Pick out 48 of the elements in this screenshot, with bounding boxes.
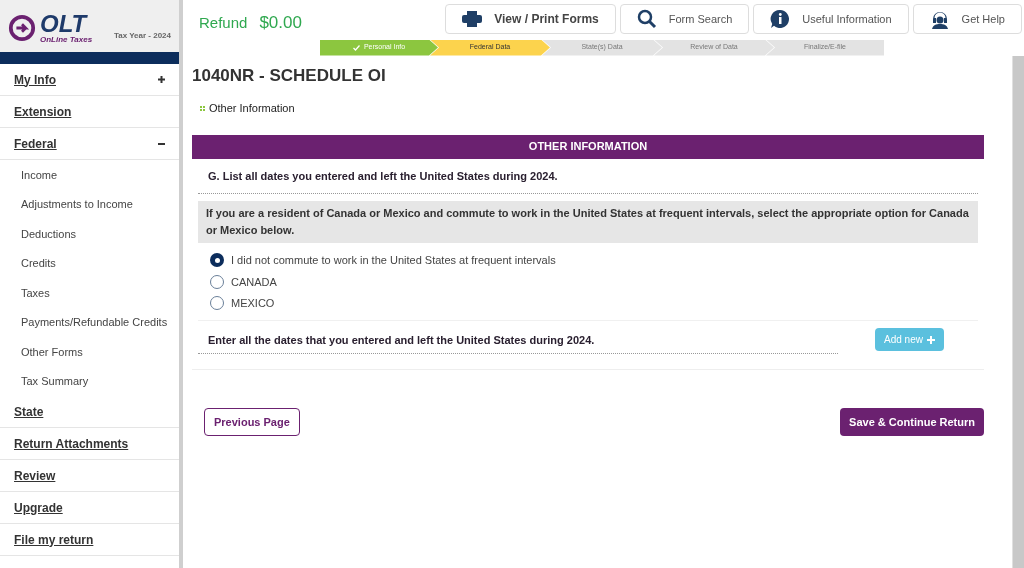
note-text: If you are a resident of Canada or Mexico and commute to work in the United States at frequent intervals, select the appropriate option for Canada or Mexico below.	[198, 201, 978, 243]
bullet-icon	[200, 105, 205, 111]
plus-icon[interactable]	[158, 76, 165, 83]
radio-label: CANADA	[231, 274, 277, 290]
radio-button[interactable]	[210, 274, 224, 289]
logo-text: OLT	[40, 12, 89, 36]
radio-label: MEXICO	[231, 296, 275, 311]
check-icon	[352, 44, 360, 51]
sidebar-subitem[interactable]: Deductions	[21, 225, 77, 242]
sidebar-link[interactable]: My Info	[14, 70, 56, 89]
info-icon	[770, 9, 791, 29]
toolbar-button[interactable]: Useful Information	[753, 4, 909, 34]
page-title: 1040NR - SCHEDULE OI	[192, 64, 387, 87]
sidebar-link[interactable]: Return Attachments	[14, 434, 129, 453]
toolbar-button[interactable]: View / Print Forms	[445, 4, 616, 34]
sidebar-link[interactable]: Extension	[14, 102, 72, 121]
radio-button[interactable]	[210, 253, 224, 268]
previous-page-button[interactable]: Previous Page	[204, 408, 300, 436]
sidebar-subitem[interactable]: Income	[21, 166, 58, 183]
refund-label: Refund	[199, 12, 248, 33]
sidebar-subitem[interactable]: Tax Summary	[21, 373, 89, 390]
sidebar-subitem[interactable]: Adjustments to Income	[21, 196, 133, 213]
question-text: G. List all dates you entered and left the United States during 2024.	[198, 158, 978, 194]
scrollbar[interactable]	[1012, 55, 1024, 568]
toolbar-button[interactable]: Form Search	[619, 4, 750, 34]
logo-tagline: OnLine Taxes	[40, 36, 93, 44]
sidebar-subitem[interactable]: Payments/Refundable Credits	[21, 314, 168, 331]
sidebar-link[interactable]: File my return	[14, 530, 94, 549]
sidebar-subitem[interactable]: Credits	[21, 255, 56, 272]
sidebar-link[interactable]: Upgrade	[14, 498, 63, 517]
breadcrumb: Other Information	[209, 101, 295, 116]
headset-icon	[929, 9, 950, 29]
sidebar-subitem[interactable]: Other Forms	[21, 343, 83, 360]
sidebar-link[interactable]: State	[14, 402, 44, 421]
sidebar-link[interactable]: Federal	[14, 134, 57, 153]
sidebar-link[interactable]: Review	[14, 466, 56, 485]
dates-prompt: Enter all the dates that you entered and left the United States during 2024.	[198, 325, 838, 354]
minus-icon[interactable]	[158, 142, 165, 145]
radio-label: I did not commute to work in the United States at frequent intervals	[231, 253, 556, 268]
toolbar-button[interactable]: Get Help	[912, 4, 1022, 34]
search-icon	[636, 9, 657, 29]
refund-amount: $0.00	[259, 12, 302, 34]
section-header: OTHER INFORMATION	[192, 134, 984, 159]
plus-icon	[926, 335, 935, 344]
tax-year: Tax Year - 2024	[113, 30, 171, 42]
sidebar-subitem[interactable]: Taxes	[21, 284, 50, 301]
radio-button[interactable]	[210, 296, 224, 311]
save-continue-button[interactable]: Save & Continue Return	[840, 408, 984, 436]
